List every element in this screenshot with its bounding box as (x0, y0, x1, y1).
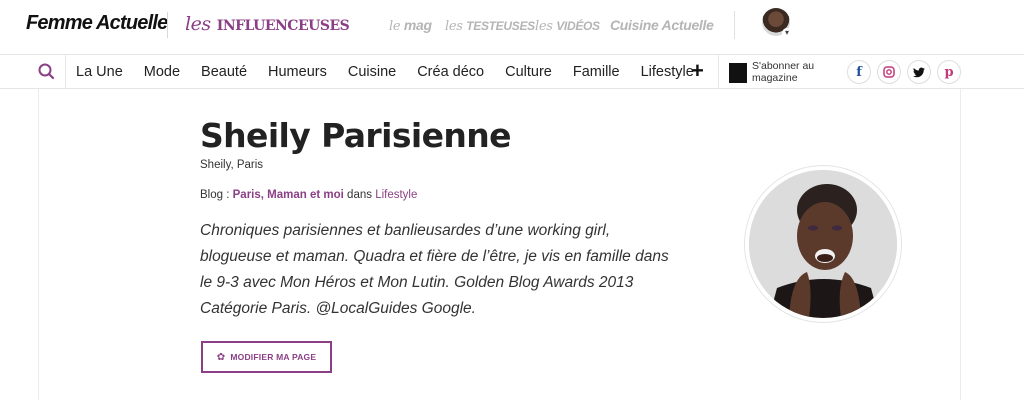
top-bar: Femme Actuelle les influenceuses le mag … (0, 0, 1024, 54)
top-nav-prefix: les (445, 19, 463, 34)
twitter-icon[interactable] (907, 60, 931, 84)
nav-item-cuisine[interactable]: Cuisine (348, 64, 396, 80)
femme-actuelle-logo[interactable]: Femme Actuelle (26, 12, 168, 35)
blog-in-text: dans (347, 189, 372, 201)
social-links: f p (847, 60, 967, 84)
top-nav-prefix: les (535, 19, 553, 34)
top-nav-les-testeuses[interactable]: les testeuses (445, 17, 535, 34)
edit-page-button[interactable]: ✿ MODIFIER MA PAGE (201, 341, 332, 373)
nav-item-culture[interactable]: Culture (505, 64, 552, 80)
top-nav-cuisine-actuelle[interactable]: Cuisine Actuelle (610, 17, 714, 33)
instagram-icon[interactable] (877, 60, 901, 84)
nav-item-humeurs[interactable]: Humeurs (268, 64, 327, 80)
search-icon[interactable] (36, 61, 58, 83)
facebook-icon[interactable]: f (847, 60, 871, 84)
nav-items: La Une Mode Beauté Humeurs Cuisine Créa … (76, 55, 715, 88)
subscribe-link[interactable]: S'abonner au magazine (752, 60, 822, 84)
profile-photo (745, 166, 901, 322)
chevron-down-icon: ▾ (782, 28, 792, 38)
magazine-cover-image[interactable] (729, 63, 747, 83)
user-avatar[interactable]: ▾ (762, 8, 792, 38)
gear-icon: ✿ (216, 351, 226, 363)
nav-divider (718, 55, 719, 88)
top-nav-les-videos[interactable]: les vidéos (535, 17, 600, 34)
logo-influenceuses: influenceuses (216, 11, 350, 35)
profile-location: Sheily, Paris (200, 159, 264, 171)
blog-label: Blog : (200, 189, 230, 201)
top-nav-label: testeuses (466, 19, 535, 33)
more-icon[interactable]: + (691, 59, 704, 83)
les-influenceuses-logo[interactable]: les influenceuses (185, 11, 350, 35)
profile-bio: Chroniques parisiennes et banlieusardes … (200, 222, 669, 317)
logo-les: les (185, 13, 211, 35)
nav-item-lifestyle[interactable]: Lifestyle (641, 64, 694, 80)
top-nav-le-mag[interactable]: le mag (389, 17, 432, 34)
blog-name-link[interactable]: Paris, Maman et moi (233, 189, 344, 201)
main-nav: La Une Mode Beauté Humeurs Cuisine Créa … (0, 54, 1024, 89)
nav-item-beaute[interactable]: Beauté (201, 64, 247, 80)
top-nav-label: Cuisine Actuelle (610, 17, 714, 33)
nav-divider (65, 55, 66, 88)
pinterest-icon[interactable]: p (937, 60, 961, 84)
edit-page-label: MODIFIER MA PAGE (230, 352, 317, 362)
brand-divider (167, 12, 168, 38)
blog-category-link[interactable]: Lifestyle (375, 189, 417, 201)
nav-item-crea-deco[interactable]: Créa déco (417, 64, 484, 80)
nav-item-mode[interactable]: Mode (144, 64, 180, 80)
profile-blog-line: Blog : Paris, Maman et moi dans Lifestyl… (200, 189, 417, 201)
profile-name: Sheily Parisienne (200, 116, 512, 155)
nav-item-famille[interactable]: Famille (573, 64, 620, 80)
top-nav-label: mag (403, 17, 432, 33)
nav-item-la-une[interactable]: La Une (76, 64, 123, 80)
top-divider (734, 11, 735, 39)
top-nav-label: vidéos (556, 19, 600, 33)
top-nav-prefix: le (389, 19, 401, 34)
